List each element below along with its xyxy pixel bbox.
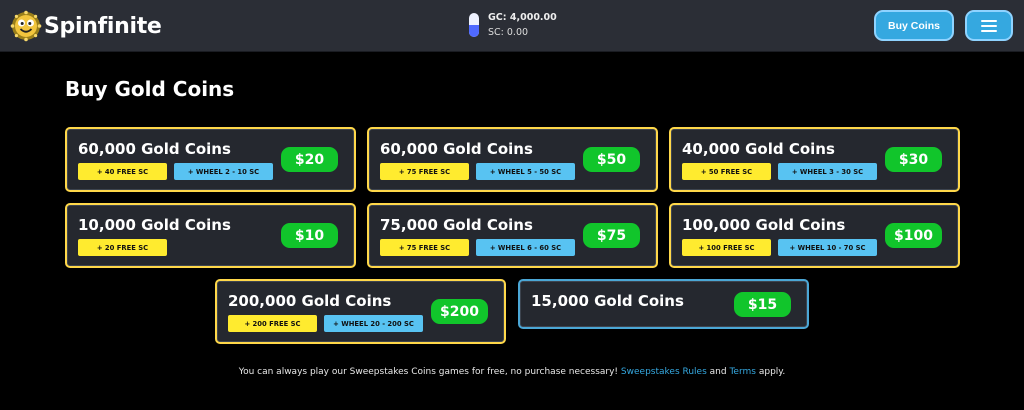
page-title: Buy Gold Coins — [65, 77, 235, 101]
package-bonuses: + 75 FREE SC + WHEEL 5 - 50 SC — [380, 163, 575, 180]
price-button[interactable]: $20 — [281, 147, 338, 172]
package-card[interactable]: 60,000 Gold Coins + 40 FREE SC + WHEEL 2… — [65, 127, 356, 192]
menu-button[interactable] — [965, 10, 1013, 41]
package-bonuses: + 50 FREE SC + WHEEL 3 - 30 SC — [682, 163, 877, 180]
buy-coins-button[interactable]: Buy Coins — [874, 10, 954, 41]
package-amount: 200,000 Gold Coins — [228, 292, 392, 310]
package-bonuses: + 40 FREE SC + WHEEL 2 - 10 SC — [78, 163, 273, 180]
coin-smiley-icon — [10, 10, 42, 42]
package-amount: 75,000 Gold Coins — [380, 216, 533, 234]
gold-coins-balance: GC: 4,000.00 — [488, 12, 557, 23]
free-sc-tag: + 20 FREE SC — [78, 239, 167, 256]
balance-display[interactable]: GC: 4,000.00 SC: 0.00 — [468, 11, 557, 39]
footer-disclaimer: You can always play our Sweepstakes Coin… — [0, 367, 1024, 377]
price-button[interactable]: $75 — [583, 223, 640, 248]
wheel-tag: + WHEEL 5 - 50 SC — [476, 163, 575, 180]
price-button[interactable]: $10 — [281, 223, 338, 248]
price-button[interactable]: $100 — [885, 223, 942, 248]
package-card[interactable]: 10,000 Gold Coins + 20 FREE SC $10 — [65, 203, 356, 268]
price-button[interactable]: $50 — [583, 147, 640, 172]
package-card[interactable]: 100,000 Gold Coins + 100 FREE SC + WHEEL… — [669, 203, 960, 268]
package-bonuses: + 75 FREE SC + WHEEL 6 - 60 SC — [380, 239, 575, 256]
free-sc-tag: + 100 FREE SC — [682, 239, 771, 256]
brand-logo[interactable]: Spinfinite — [10, 8, 162, 44]
package-card[interactable]: 60,000 Gold Coins + 75 FREE SC + WHEEL 5… — [367, 127, 658, 192]
free-sc-tag: + 200 FREE SC — [228, 315, 317, 332]
hamburger-icon — [981, 19, 997, 32]
package-card[interactable]: 75,000 Gold Coins + 75 FREE SC + WHEEL 6… — [367, 203, 658, 268]
sweepstakes-rules-link[interactable]: Sweepstakes Rules — [621, 367, 707, 377]
package-amount: 15,000 Gold Coins — [531, 292, 684, 310]
free-sc-tag: + 50 FREE SC — [682, 163, 771, 180]
price-button[interactable]: $15 — [734, 292, 791, 317]
balance-values: GC: 4,000.00 SC: 0.00 — [488, 10, 557, 40]
wheel-tag: + WHEEL 3 - 30 SC — [778, 163, 877, 180]
package-amount: 100,000 Gold Coins — [682, 216, 846, 234]
wheel-tag: + WHEEL 6 - 60 SC — [476, 239, 575, 256]
free-sc-tag: + 75 FREE SC — [380, 163, 469, 180]
wheel-tag: + WHEEL 10 - 70 SC — [778, 239, 877, 256]
brand-name: Spinfinite — [44, 13, 162, 39]
free-sc-tag: + 75 FREE SC — [380, 239, 469, 256]
package-bonuses: + 100 FREE SC + WHEEL 10 - 70 SC — [682, 239, 877, 256]
price-button[interactable]: $200 — [431, 299, 488, 324]
package-amount: 40,000 Gold Coins — [682, 140, 835, 158]
package-card[interactable]: 200,000 Gold Coins + 200 FREE SC + WHEEL… — [215, 279, 506, 344]
free-sc-tag: + 40 FREE SC — [78, 163, 167, 180]
wheel-tag: + WHEEL 20 - 200 SC — [324, 315, 423, 332]
package-bonuses: + 200 FREE SC + WHEEL 20 - 200 SC — [228, 315, 423, 332]
suffix-text: apply. — [758, 367, 786, 377]
top-navigation: Spinfinite GC: 4,000.00 SC: 0.00 Buy Coi… — [0, 0, 1024, 52]
package-amount: 10,000 Gold Coins — [78, 216, 231, 234]
disclaimer-text: You can always play our Sweepstakes Coin… — [238, 367, 619, 377]
terms-link[interactable]: Terms — [729, 367, 756, 377]
package-amount: 60,000 Gold Coins — [78, 140, 231, 158]
package-card[interactable]: 15,000 Gold Coins $15 — [518, 279, 809, 329]
package-card[interactable]: 40,000 Gold Coins + 50 FREE SC + WHEEL 3… — [669, 127, 960, 192]
conjunction-text: and — [709, 367, 727, 377]
package-bonuses: + 20 FREE SC — [78, 239, 167, 256]
sweepstakes-coins-balance: SC: 0.00 — [488, 27, 529, 38]
price-button[interactable]: $30 — [885, 147, 942, 172]
wheel-tag: + WHEEL 2 - 10 SC — [174, 163, 273, 180]
package-amount: 60,000 Gold Coins — [380, 140, 533, 158]
wallet-capsule-icon — [469, 13, 479, 37]
